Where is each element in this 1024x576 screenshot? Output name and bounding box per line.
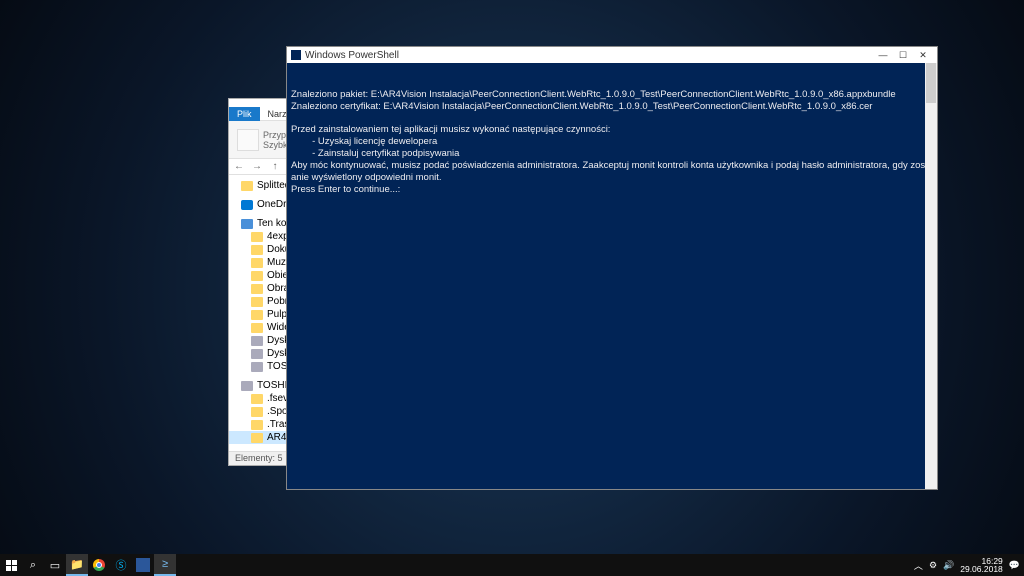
folder-icon	[251, 297, 263, 307]
tray-expand-icon[interactable]: ︿	[914, 559, 923, 572]
scrollbar[interactable]	[925, 63, 937, 489]
disk-icon	[251, 362, 263, 372]
folder-icon	[251, 407, 263, 417]
close-button[interactable]: ✕	[913, 48, 933, 62]
folder-icon	[251, 433, 263, 443]
taskbar-chrome[interactable]	[88, 554, 110, 576]
nav-forward-button[interactable]: →	[251, 161, 263, 172]
action-center-icon[interactable]: 💬	[1009, 560, 1020, 571]
nav-up-button[interactable]: ↑	[269, 161, 281, 172]
taskbar-explorer[interactable]: 📁	[66, 554, 88, 576]
disk-icon	[251, 349, 263, 359]
pc-icon	[241, 219, 253, 229]
disk-icon	[251, 336, 263, 346]
powershell-icon	[291, 50, 301, 60]
tray-network-icon[interactable]: ⚙	[929, 560, 937, 571]
maximize-button[interactable]: ☐	[893, 48, 913, 62]
nav-back-button[interactable]: ←	[233, 161, 245, 172]
powershell-titlebar[interactable]: Windows PowerShell — ☐ ✕	[287, 47, 937, 63]
pin-icon[interactable]	[237, 129, 259, 151]
taskbar: ⌕ ▭ 📁 Ⓢ ≥ ︿ ⚙ 🔊 16:29 29.06.2018 💬	[0, 554, 1024, 576]
taskbar-app1[interactable]	[136, 558, 150, 572]
minimize-button[interactable]: —	[873, 48, 893, 62]
folder-icon	[251, 310, 263, 320]
tray-volume-icon[interactable]: 🔊	[943, 560, 954, 571]
ribbon-tab-file[interactable]: Plik	[229, 107, 260, 121]
folder-icon	[251, 232, 263, 242]
folder-icon	[251, 284, 263, 294]
clock-date: 29.06.2018	[960, 565, 1003, 574]
search-button[interactable]: ⌕	[22, 554, 44, 576]
folder-icon	[251, 245, 263, 255]
taskbar-powershell[interactable]: ≥	[154, 554, 176, 576]
folder-icon	[251, 271, 263, 281]
folder-icon	[251, 258, 263, 268]
disk-icon	[241, 381, 253, 391]
folder-icon	[251, 420, 263, 430]
folder-icon	[251, 394, 263, 404]
taskbar-clock[interactable]: 16:29 29.06.2018	[960, 557, 1003, 574]
powershell-console[interactable]: Znaleziono pakiet: E:\AR4Vision Instalac…	[287, 63, 937, 489]
powershell-title: Windows PowerShell	[305, 50, 873, 61]
start-button[interactable]	[0, 554, 22, 576]
scrollbar-thumb[interactable]	[926, 63, 936, 103]
taskbar-skype[interactable]: Ⓢ	[110, 554, 132, 576]
folder-icon	[241, 181, 253, 191]
powershell-window: Windows PowerShell — ☐ ✕ Znaleziono paki…	[286, 46, 938, 490]
console-output: Znaleziono pakiet: E:\AR4Vision Instalac…	[291, 89, 933, 196]
task-view-button[interactable]: ▭	[44, 554, 66, 576]
folder-icon	[251, 323, 263, 333]
cloud-icon	[241, 200, 253, 210]
